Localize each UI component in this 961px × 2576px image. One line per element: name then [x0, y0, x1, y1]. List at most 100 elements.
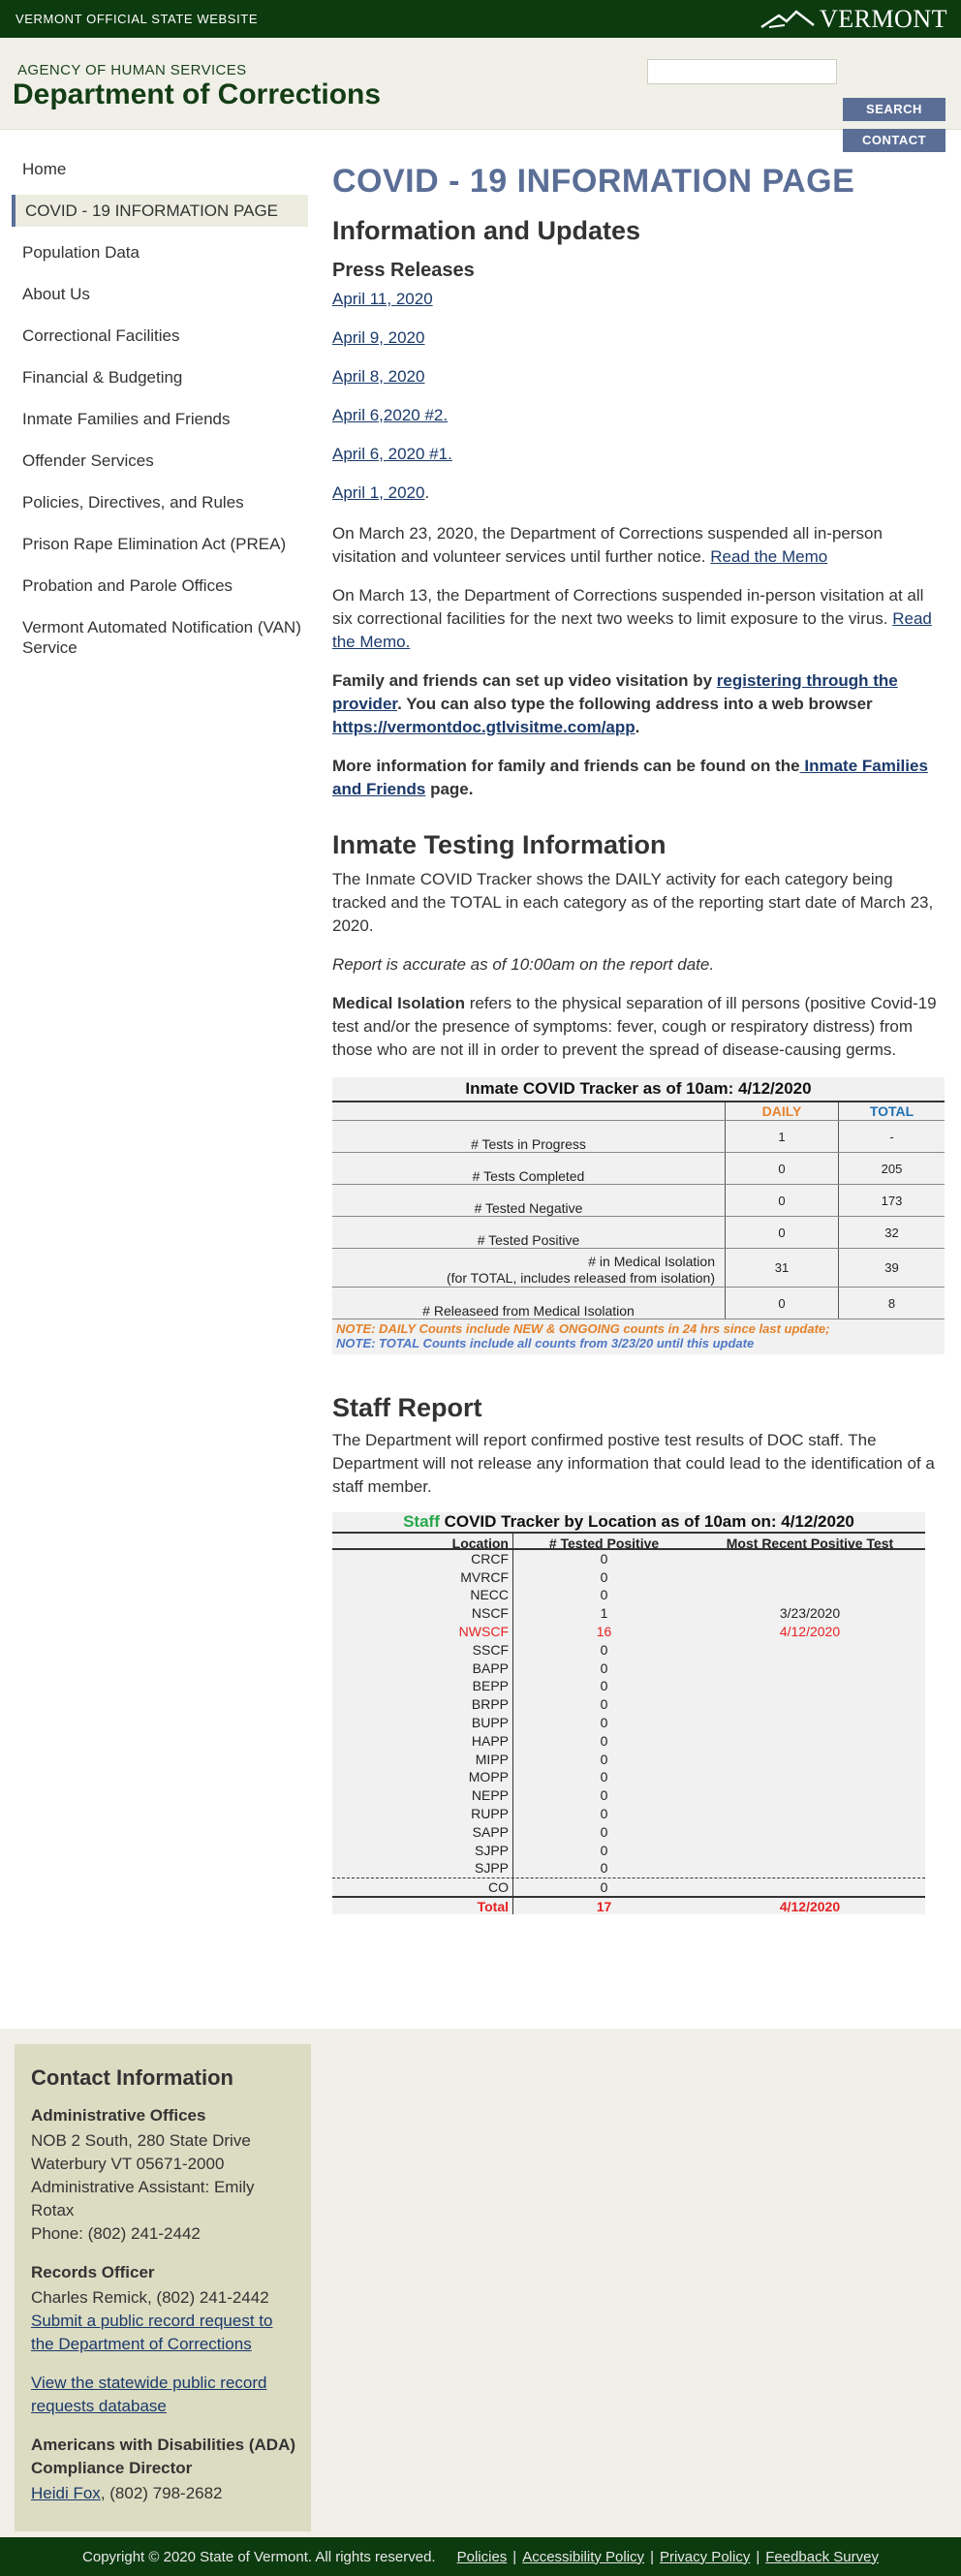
search-input[interactable] — [647, 59, 837, 84]
staff-row: SJPP 0 — [332, 1859, 925, 1878]
staff-recent-test — [695, 1823, 925, 1842]
staff-tested-positive: 0 — [600, 1641, 608, 1658]
staff-location: SJPP — [332, 1859, 513, 1878]
staff-row: BRPP 0 — [332, 1695, 925, 1714]
staff-location: MIPP — [332, 1750, 513, 1769]
tracker-label-text: # Releaseed from Medical Isolation — [422, 1303, 635, 1319]
sidebar-item-population-data[interactable]: Population Data — [12, 236, 308, 268]
daily-value: 0 — [725, 1185, 838, 1216]
tracker-row: # Tested Positive 0 32 — [332, 1216, 945, 1248]
visitation-suspended-paragraph: On March 23, 2020, the Department of Cor… — [332, 522, 945, 569]
paragraph-text: . — [635, 718, 640, 736]
tracker-label-text: # Tested Negative — [474, 1200, 583, 1216]
records-officer-heading: Records Officer — [31, 2263, 155, 2281]
footer-link-feedback[interactable]: Feedback Survey — [765, 2549, 879, 2565]
tracker-label-text: # Tested Positive — [477, 1232, 580, 1248]
staff-tested-positive: 0 — [600, 1769, 608, 1785]
paragraph-text: On March 13, the Department of Correctio… — [332, 586, 924, 628]
tracker-row-label: # Tests in Progress — [332, 1121, 725, 1152]
ada-director-link[interactable]: Heidi Fox — [31, 2484, 101, 2502]
staff-location: BAPP — [332, 1659, 513, 1678]
staff-location: NECC — [332, 1586, 513, 1605]
medical-isolation-term: Medical Isolation — [332, 994, 465, 1012]
staff-tested-positive: 0 — [600, 1568, 608, 1585]
staff-recent-test — [695, 1768, 925, 1786]
staff-tracker-title: Staff COVID Tracker by Location as of 10… — [332, 1512, 925, 1532]
ada-director-heading: Americans with Disabilities (ADA) Compli… — [31, 2436, 296, 2477]
vermont-logo[interactable]: VERMONT — [760, 5, 947, 34]
staff-recent-test — [695, 1732, 925, 1751]
total-label: Total — [332, 1897, 513, 1914]
contact-section: Contact Information Administrative Offic… — [0, 2029, 961, 2537]
statewide-records-database-link[interactable]: View the statewide public record request… — [31, 2372, 295, 2418]
footer-separator: | — [756, 2548, 760, 2565]
sidebar-item-offender-services[interactable]: Offender Services — [12, 445, 308, 477]
press-release-link[interactable]: April 9, 2020 — [332, 328, 945, 348]
footer-separator: | — [650, 2548, 654, 2565]
tracker-header-spacer — [332, 1102, 725, 1120]
contact-title: Contact Information — [31, 2065, 233, 2090]
press-release-link[interactable]: April 11, 2020 — [332, 290, 945, 309]
staff-recent-test — [695, 1660, 925, 1678]
press-release-link[interactable]: April 6, 2020 #1. — [332, 445, 945, 464]
read-memo-link[interactable]: Read the Memo — [710, 547, 827, 566]
footer-separator: | — [512, 2548, 517, 2565]
staff-recent-test — [695, 1568, 925, 1587]
sidebar-item-probation-parole[interactable]: Probation and Parole Offices — [12, 570, 308, 602]
total-value: 32 — [838, 1217, 945, 1248]
updates-heading: Information and Updates — [332, 216, 641, 245]
public-record-request-link[interactable]: Submit a public record request to the De… — [31, 2310, 295, 2356]
sidebar-item-inmate-families[interactable]: Inmate Families and Friends — [12, 403, 308, 435]
admin-phone: Phone: (802) 241-2442 — [31, 2224, 201, 2243]
footer-link-accessibility[interactable]: Accessibility Policy — [522, 2549, 644, 2565]
department-title[interactable]: Department of Corrections — [13, 78, 381, 111]
footer-link-policies[interactable]: Policies — [457, 2549, 508, 2565]
footer-link-privacy[interactable]: Privacy Policy — [660, 2549, 750, 2565]
staff-location: RUPP — [332, 1804, 513, 1823]
staff-recent-test — [695, 1842, 925, 1860]
gtl-visitme-link[interactable]: https://vermontdoc.gtlvisitme.com/app — [332, 718, 636, 736]
sidebar-item-about-us[interactable]: About Us — [12, 278, 308, 310]
sidebar-item-prea[interactable]: Prison Rape Elimination Act (PREA) — [12, 528, 308, 560]
staff-tested-positive: 1 — [600, 1605, 608, 1622]
sidebar-item-correctional-facilities[interactable]: Correctional Facilities — [12, 320, 308, 352]
tracker-label-text: # in Medical Isolation — [588, 1254, 715, 1269]
press-release-link[interactable]: April 1, 2020 — [332, 483, 424, 502]
sidebar-item-home[interactable]: Home — [12, 153, 308, 185]
staff-location: BUPP — [332, 1713, 513, 1732]
staff-recent-test — [695, 1878, 925, 1896]
agency-name[interactable]: AGENCY OF HUMAN SERVICES — [17, 62, 247, 78]
sidebar-item-policies[interactable]: Policies, Directives, and Rules — [12, 486, 308, 518]
sidebar-item-van-service[interactable]: Vermont Automated Notification (VAN) Ser… — [12, 611, 308, 664]
testing-description: The Inmate COVID Tracker shows the DAILY… — [332, 870, 934, 935]
staff-tested-positive: 0 — [600, 1660, 608, 1676]
staff-location: NEPP — [332, 1786, 513, 1805]
staff-tested-positive: 0 — [600, 1842, 608, 1858]
admin-address-line2: Waterbury VT 05671-2000 — [31, 2155, 225, 2173]
tracker-row-label: # Tested Negative — [332, 1185, 725, 1216]
tracker-row-label: # Tests Completed — [332, 1153, 725, 1184]
page-title: COVID - 19 INFORMATION PAGE — [332, 163, 855, 200]
sidebar-item-covid-19[interactable]: COVID - 19 INFORMATION PAGE — [12, 195, 308, 227]
search-button[interactable]: SEARCH — [843, 98, 946, 121]
staff-recent-test — [695, 1714, 925, 1732]
staff-tested-positive: 0 — [600, 1587, 608, 1603]
tracker-row: # Releaseed from Medical Isolation 0 8 — [332, 1287, 945, 1319]
tracker-row: # Tests Completed 0 205 — [332, 1152, 945, 1184]
tracker-row-label: # Tested Positive — [332, 1217, 725, 1248]
total-value: 39 — [838, 1249, 945, 1287]
press-release-link[interactable]: April 6,2020 #2. — [332, 406, 945, 425]
staff-recent-test: 4/12/2020 — [779, 1623, 841, 1639]
press-release-link[interactable]: April 8, 2020 — [332, 367, 945, 387]
tracker-header-row: DAILY TOTAL — [332, 1101, 945, 1120]
total-column-header: TOTAL — [838, 1102, 945, 1120]
staff-tested-positive: 0 — [600, 1787, 608, 1804]
total-positive: 17 — [596, 1898, 612, 1914]
copyright-text: Copyright © 2020 State of Vermont. All r… — [82, 2548, 436, 2565]
contact-button[interactable]: CONTACT — [843, 129, 946, 152]
staff-recent-test — [695, 1677, 925, 1695]
admin-assistant: Administrative Assistant: Emily Rotax — [31, 2178, 255, 2219]
staff-row: SSCF 0 — [332, 1640, 925, 1660]
staff-tested-positive: 16 — [596, 1623, 612, 1639]
sidebar-item-financial-budgeting[interactable]: Financial & Budgeting — [12, 361, 308, 393]
